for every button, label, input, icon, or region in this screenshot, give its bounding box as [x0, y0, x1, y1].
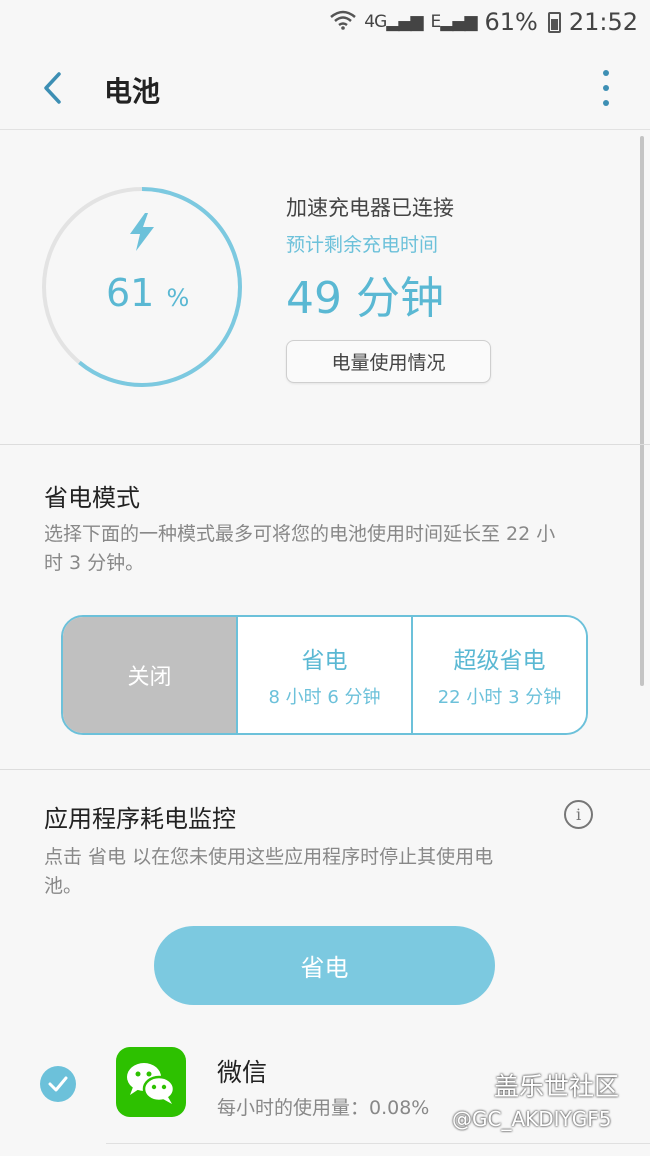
battery-status-section: 61 % 加速充电器已连接 预计剩余充电时间 49 分钟 电量使用情况	[0, 130, 650, 445]
network-type-2: E	[430, 12, 442, 32]
mode-ultra-power-saving-label: 超级省电	[453, 648, 546, 674]
battery-icon	[547, 11, 561, 33]
info-icon[interactable]: i	[564, 800, 593, 829]
app-name: 微信	[217, 1058, 268, 1087]
cell-signal-2-icon: E▂▄▆	[430, 12, 478, 32]
mode-off-label: 关闭	[127, 665, 172, 690]
battery-level-unit: %	[166, 284, 190, 312]
power-saving-description: 选择下面的一种模式最多可将您的电池使用时间延长至 22 小时 3 分钟。	[44, 523, 556, 574]
cell-signal-icon: 4G▂▄▆	[364, 12, 423, 32]
app-monitor-title: 应用程序耗电监控	[44, 805, 236, 833]
watermark-title: 盖乐世社区	[494, 1072, 620, 1101]
app-power-monitor-section: 应用程序耗电监控 i 点击 省电 以在您未使用这些应用程序时停止其使用电池。 省…	[0, 771, 650, 1156]
mode-power-saving[interactable]: 省电 8 小时 6 分钟	[238, 617, 413, 733]
power-mode-selector: 关闭 省电 8 小时 6 分钟 超级省电 22 小时 3 分钟	[61, 615, 588, 735]
mode-power-saving-label: 省电	[301, 648, 348, 674]
save-power-button[interactable]: 省电	[154, 926, 495, 1005]
mode-off[interactable]: 关闭	[63, 617, 238, 733]
more-vertical-icon	[603, 70, 609, 76]
mode-power-saving-time: 8 小时 6 分钟	[268, 687, 381, 708]
mode-ultra-power-saving[interactable]: 超级省电 22 小时 3 分钟	[413, 617, 586, 733]
battery-usage-button[interactable]: 电量使用情况	[286, 340, 491, 383]
remaining-time: 49 分钟	[286, 273, 444, 324]
divider	[106, 1143, 650, 1144]
wechat-icon	[116, 1047, 186, 1117]
battery-level: 61 %	[106, 271, 189, 315]
power-saving-section: 省电模式 选择下面的一种模式最多可将您的电池使用时间延长至 22 小时 3 分钟…	[0, 446, 650, 770]
mode-ultra-power-saving-time: 22 小时 3 分钟	[437, 687, 562, 708]
power-saving-title: 省电模式	[44, 484, 140, 512]
battery-ring: 61 %	[40, 185, 244, 389]
app-bar: 电池	[0, 44, 650, 130]
app-usage: 每小时的使用量：0.08%	[217, 1097, 430, 1119]
checkbox-checked-icon[interactable]	[40, 1066, 76, 1102]
network-type: 4G	[364, 12, 387, 32]
status-bar: 4G▂▄▆ E▂▄▆ 61% 21:52	[0, 0, 650, 44]
wifi-icon	[330, 8, 357, 36]
charger-status: 加速充电器已连接	[286, 196, 454, 220]
watermark-handle: @GC_AKDIYGF5	[452, 1107, 612, 1131]
charging-bolt-icon	[128, 213, 156, 260]
chevron-left-icon	[44, 72, 61, 104]
page-title: 电池	[104, 75, 161, 108]
more-options-button[interactable]	[598, 70, 614, 106]
battery-percent: 61%	[484, 8, 538, 36]
back-button[interactable]	[30, 66, 74, 110]
clock: 21:52	[568, 8, 638, 36]
app-monitor-description: 点击 省电 以在您未使用这些应用程序时停止其使用电池。	[44, 846, 494, 897]
battery-level-value: 61	[106, 271, 155, 315]
remaining-time-label: 预计剩余充电时间	[286, 234, 439, 256]
